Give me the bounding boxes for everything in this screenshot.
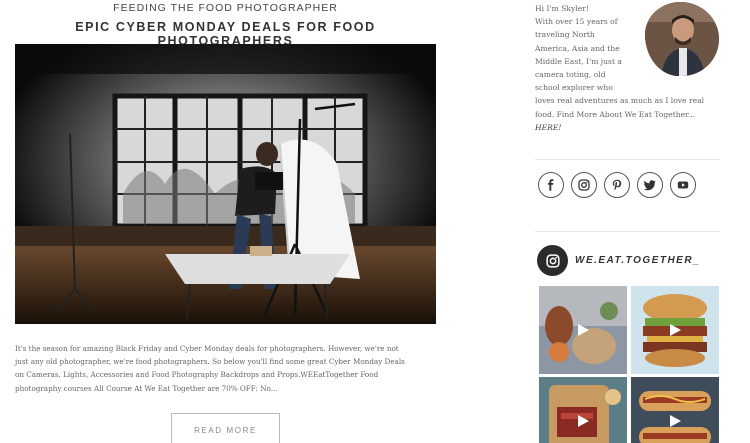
bio-line: food. Find More About We Eat Together... xyxy=(535,109,696,119)
read-more-button[interactable]: READ MORE xyxy=(171,413,280,443)
instagram-post[interactable] xyxy=(631,377,719,443)
play-icon xyxy=(578,415,589,427)
author-photo xyxy=(645,2,719,76)
instagram-widget-header: WE.EAT.TOGETHER_ xyxy=(537,245,700,276)
bio-line: school explorer who xyxy=(535,83,613,93)
youtube-icon[interactable] xyxy=(670,172,696,198)
instagram-post[interactable] xyxy=(539,377,627,443)
instagram-grid xyxy=(539,286,719,443)
bio-line: loves real adventures as much as I love … xyxy=(535,96,705,106)
excerpt-line: on Cameras, Lights, Accessories and Food… xyxy=(15,370,379,380)
instagram-icon[interactable] xyxy=(537,245,568,276)
play-icon xyxy=(670,415,681,427)
post-excerpt: It's the season for amazing Black Friday… xyxy=(15,342,439,395)
excerpt-line: photography courses All Course At We Eat… xyxy=(15,383,278,393)
sidebar-divider xyxy=(535,231,720,232)
twitter-icon[interactable] xyxy=(637,172,663,198)
excerpt-line: just any old photographer, we're food ph… xyxy=(15,357,405,367)
about-link[interactable]: HERE! xyxy=(535,121,715,134)
facebook-icon[interactable] xyxy=(538,172,564,198)
instagram-handle[interactable]: WE.EAT.TOGETHER_ xyxy=(575,255,700,266)
social-links xyxy=(538,172,696,198)
instagram-post[interactable] xyxy=(631,286,719,374)
sidebar-divider xyxy=(535,159,720,160)
post-featured-image[interactable] xyxy=(15,44,436,324)
blog-post: FEEDING THE FOOD PHOTOGRAPHER EPIC CYBER… xyxy=(0,0,452,443)
play-icon xyxy=(578,324,589,336)
instagram-post[interactable] xyxy=(539,286,627,374)
play-icon xyxy=(670,324,681,336)
instagram-icon[interactable] xyxy=(571,172,597,198)
sidebar: Hi I'm Skyler! With over 15 years of tra… xyxy=(530,0,750,443)
post-category[interactable]: FEEDING THE FOOD PHOTOGRAPHER xyxy=(15,2,436,14)
excerpt-line: It's the season for amazing Black Friday… xyxy=(15,344,399,353)
pinterest-icon[interactable] xyxy=(604,172,630,198)
